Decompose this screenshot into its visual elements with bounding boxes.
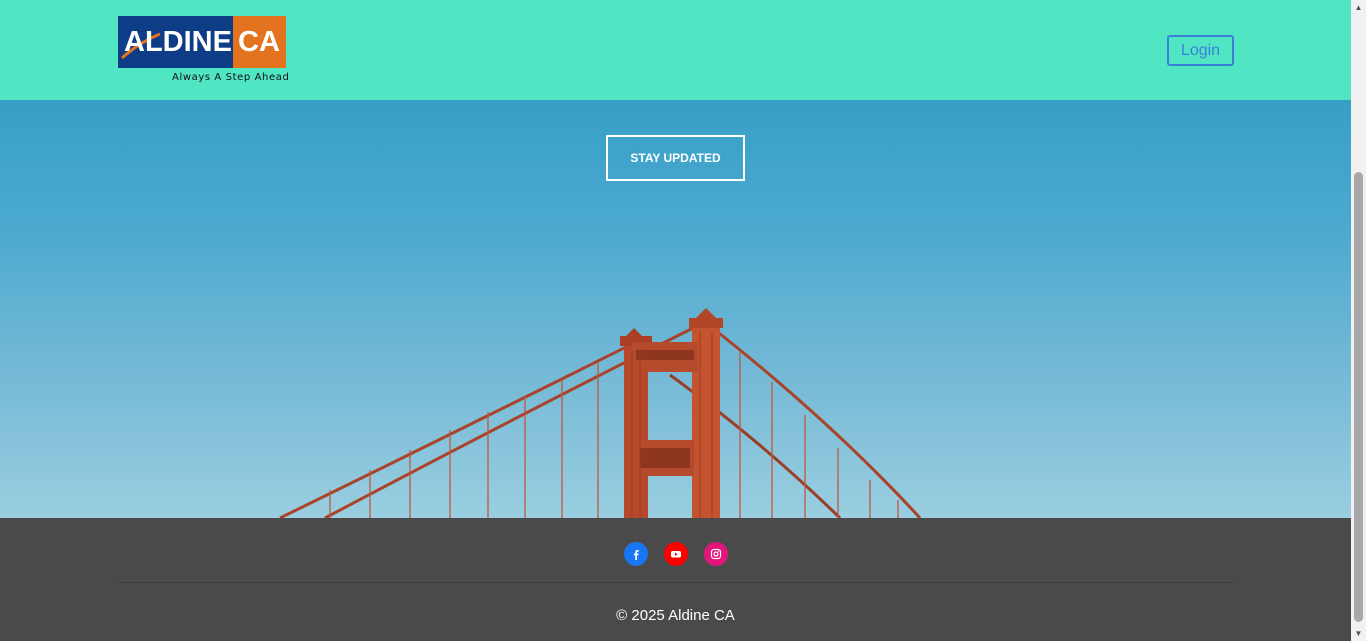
- login-button[interactable]: Login: [1167, 35, 1234, 66]
- hero-section: STAY UPDATED: [0, 100, 1351, 518]
- vertical-scrollbar[interactable]: ▲ ▼: [1351, 0, 1366, 641]
- instagram-icon[interactable]: [704, 542, 728, 566]
- facebook-icon[interactable]: [624, 542, 648, 566]
- site-header: ALDINE CA Always A Step Ahead Login: [0, 0, 1351, 100]
- youtube-icon[interactable]: [664, 542, 688, 566]
- logo-tagline: Always A Step Ahead: [172, 72, 290, 83]
- logo-text-aldine: ALDINE: [124, 26, 232, 58]
- scroll-up-arrow-icon[interactable]: ▲: [1351, 0, 1366, 15]
- footer-divider: [118, 582, 1234, 583]
- logo-text-ca: CA: [238, 26, 280, 58]
- page: ALDINE CA Always A Step Ahead Login STAY…: [0, 0, 1351, 641]
- social-links: [624, 542, 728, 566]
- copyright-text: © 2025 Aldine CA: [616, 607, 735, 624]
- stay-updated-button[interactable]: STAY UPDATED: [606, 135, 745, 181]
- site-footer: © 2025 Aldine CA: [0, 518, 1351, 641]
- scrollbar-thumb[interactable]: [1354, 172, 1363, 622]
- scroll-down-arrow-icon[interactable]: ▼: [1351, 626, 1366, 641]
- aldine-ca-logo[interactable]: ALDINE CA Always A Step Ahead: [118, 16, 290, 86]
